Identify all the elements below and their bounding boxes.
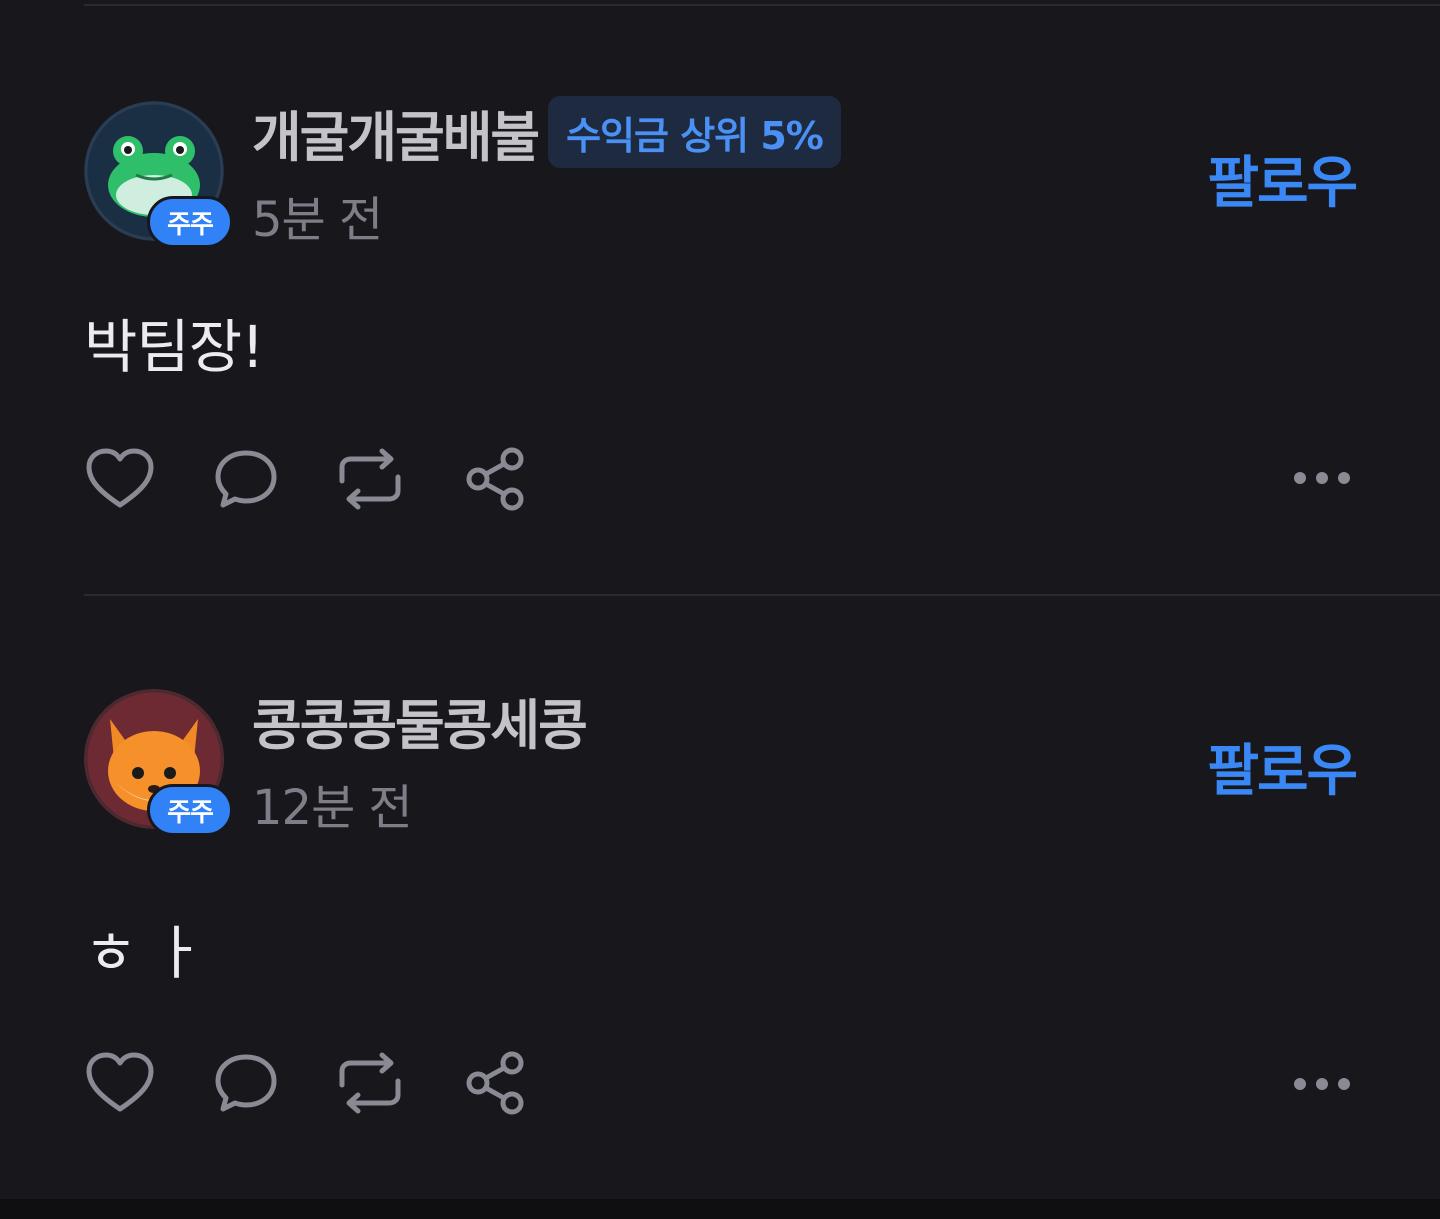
more-button[interactable] [1294,458,1350,498]
comment-icon [215,1054,277,1112]
post-time: 12분 전 [252,780,413,836]
repost-button[interactable] [334,444,406,514]
author-row: 개굴개굴배불 수익금 상위 5% [252,96,841,169]
post-card: 주주 개굴개굴배불 수익금 상위 5% 5분 전 팔로우 박팀장! [0,0,1440,586]
heart-icon [86,448,154,508]
more-button[interactable] [1294,1064,1350,1104]
author-name[interactable]: 콩콩콩둘콩세콩 [252,681,588,760]
heart-icon [86,1052,154,1112]
more-icon [1294,1078,1306,1090]
comment-button[interactable] [210,1048,282,1118]
share-button[interactable] [460,1048,532,1118]
follow-button[interactable]: 팔로우 [1207,138,1358,219]
post-content[interactable]: 박팀장! [84,300,264,384]
author-row: 콩콩콩둘콩세콩 [252,684,588,757]
comment-button[interactable] [210,444,282,514]
repost-icon [339,448,401,510]
repost-icon [339,1052,401,1114]
share-icon [466,447,524,511]
holder-badge: 주주 [147,784,233,836]
author-name[interactable]: 개굴개굴배불 [252,93,540,172]
comment-icon [215,450,277,508]
like-button[interactable] [84,1048,156,1118]
bottom-bar [0,1199,1440,1219]
community-feed: 주주 개굴개굴배불 수익금 상위 5% 5분 전 팔로우 박팀장! 주주 콩콩콩… [0,0,1440,1219]
repost-button[interactable] [334,1048,406,1118]
share-icon [466,1051,524,1115]
more-icon [1294,472,1306,484]
share-button[interactable] [460,444,532,514]
post-card: 주주 콩콩콩둘콩세콩 12분 전 팔로우 ㅎㅏ [0,588,1440,1174]
holder-badge: 주주 [147,196,233,248]
follow-button[interactable]: 팔로우 [1207,726,1358,807]
rank-badge: 수익금 상위 5% [548,96,841,168]
like-button[interactable] [84,444,156,514]
post-time: 5분 전 [252,192,383,248]
post-content[interactable]: ㅎㅏ [84,906,219,990]
